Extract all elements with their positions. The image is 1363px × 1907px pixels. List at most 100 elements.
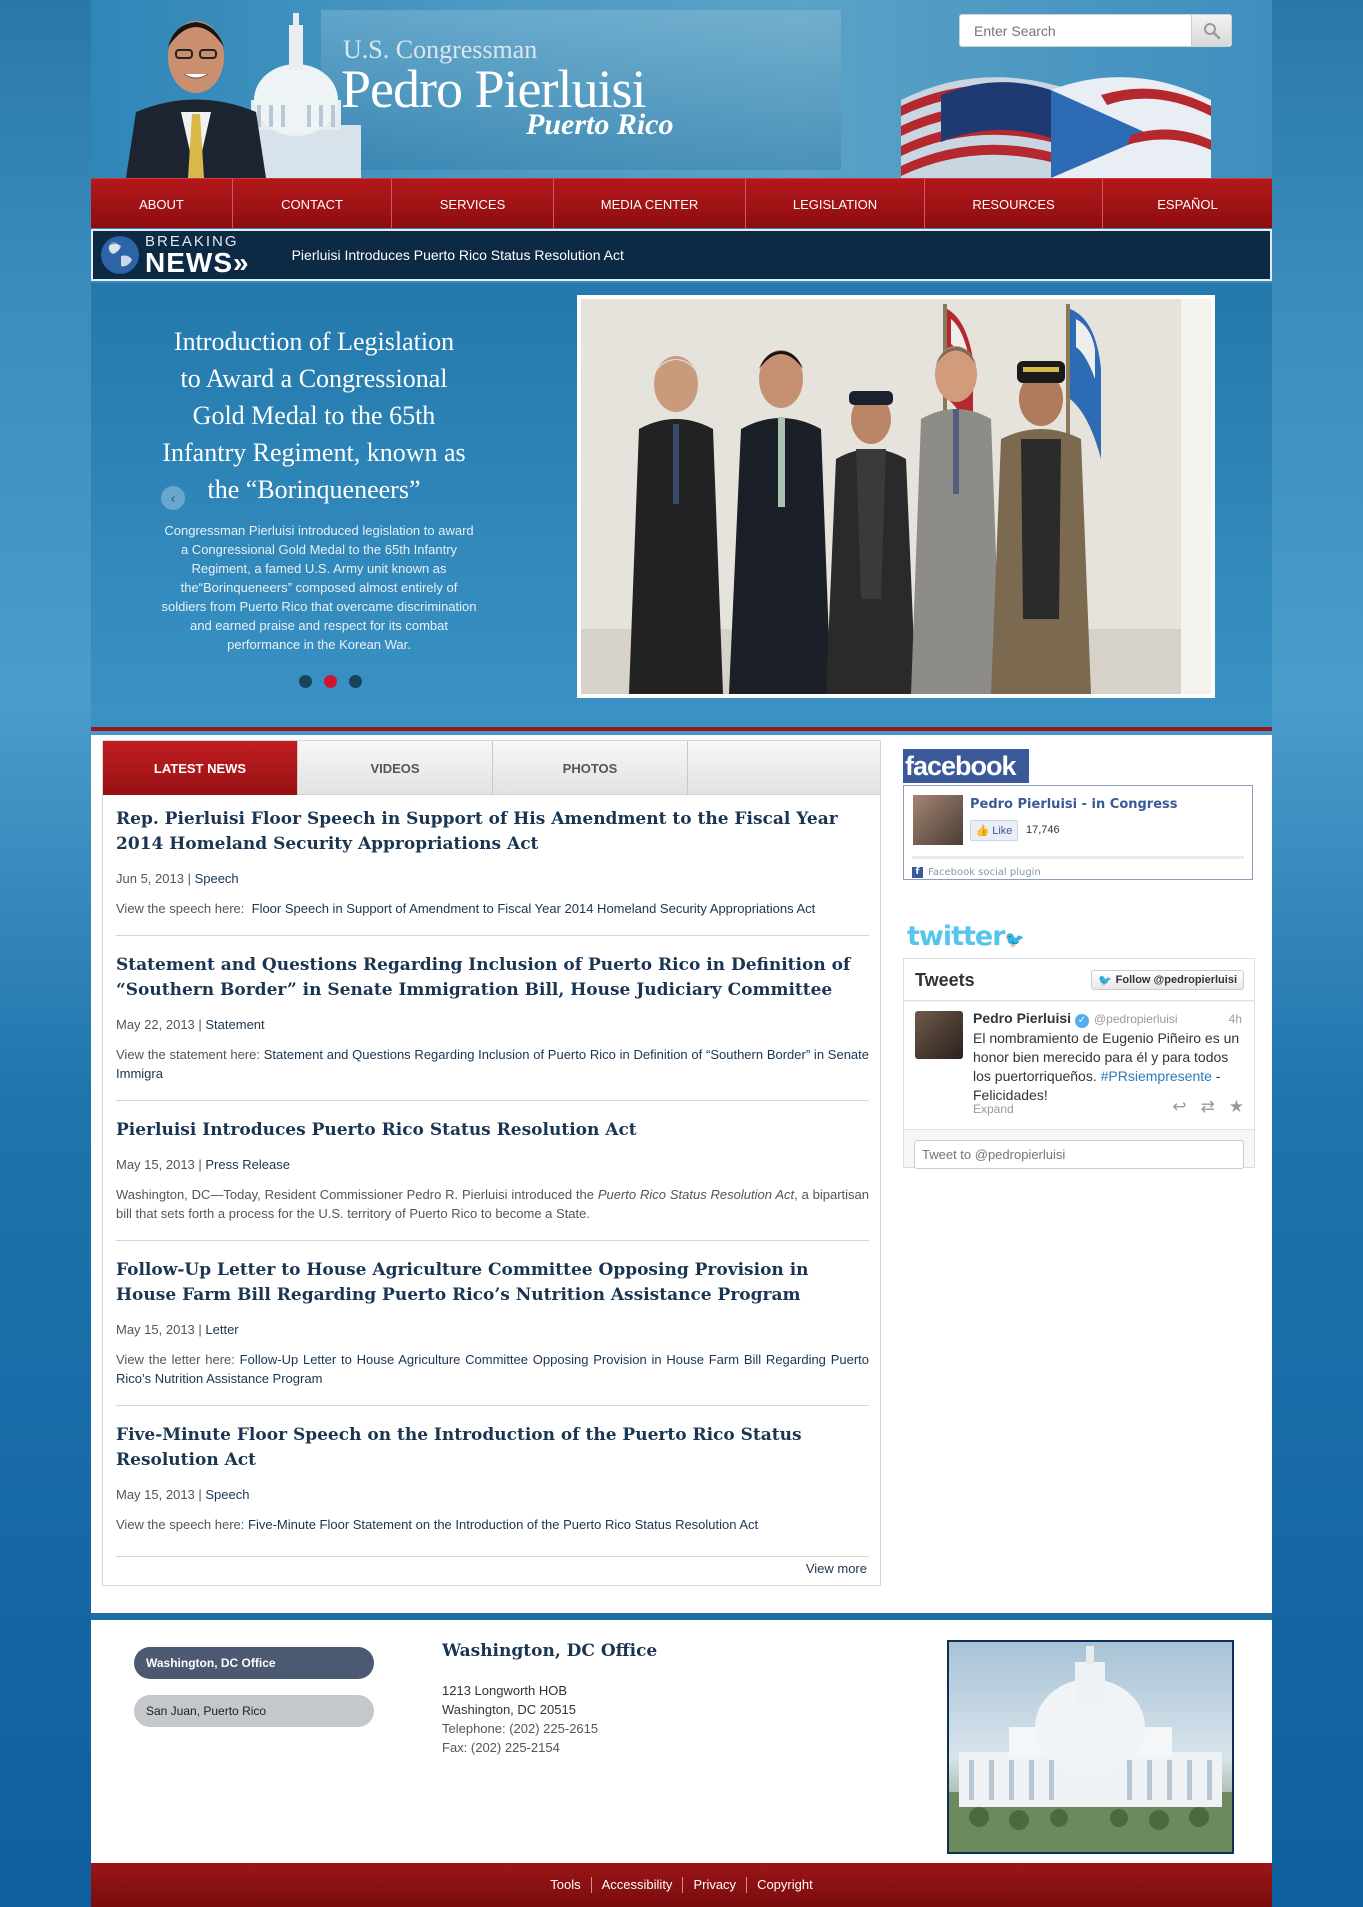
facebook-logo[interactable]: facebook (903, 749, 1029, 783)
office-address-line1: 1213 Longworth HOB (442, 1683, 568, 1698)
nav-item-about[interactable]: ABOUT (91, 179, 233, 229)
reply-icon[interactable]: ↩ (1172, 1097, 1186, 1117)
facebook-f-icon: f (912, 867, 923, 878)
footer-link-privacy[interactable]: Privacy (683, 1877, 748, 1893)
breaking-headline[interactable]: Pierluisi Introduces Puerto Rico Status … (292, 247, 624, 263)
article-link[interactable]: Floor Speech in Support of Amendment to … (252, 901, 816, 916)
article-category[interactable]: Speech (205, 1487, 249, 1502)
footer-link-accessibility[interactable]: Accessibility (592, 1877, 684, 1893)
divider (116, 1556, 869, 1557)
nav-item-services[interactable]: SERVICES (392, 179, 554, 229)
article-description: View the letter here: Follow-Up Letter t… (116, 1350, 869, 1388)
breaking-news-bar: BREAKING NEWS» Pierluisi Introduces Puer… (91, 229, 1272, 281)
twitter-follow-button[interactable]: 🐦 Follow @pedropierluisi (1090, 970, 1244, 990)
article-date: May 15, 2013 (116, 1157, 195, 1172)
header-region: Puerto Rico (526, 108, 674, 141)
favorite-star-icon[interactable]: ★ (1229, 1097, 1244, 1117)
like-label: Like (992, 824, 1013, 837)
office-title: Washington, DC Office (442, 1641, 658, 1661)
tweet-text: El nombramiento de Eugenio Piñeiro es un… (973, 1029, 1243, 1105)
office-fax: Fax: (202) 225-2154 (442, 1740, 560, 1755)
nav-item-espanol[interactable]: ESPAÑOL (1103, 179, 1272, 229)
facebook-plugin-label[interactable]: Facebook social plugin (928, 867, 1041, 878)
slider-dot[interactable] (299, 675, 312, 688)
search-input[interactable] (960, 15, 1192, 46)
search-box (959, 14, 1232, 47)
tab-videos[interactable]: VIDEOS (298, 741, 493, 795)
globe-icon (101, 236, 139, 274)
tweet-actions: ↩ ⇄ ★ (1172, 1097, 1244, 1117)
nav-item-contact[interactable]: CONTACT (233, 179, 392, 229)
footer-link-copyright[interactable]: Copyright (747, 1877, 823, 1893)
tweet-expand-link[interactable]: Expand (973, 1102, 1014, 1116)
follow-label: Follow @pedropierluisi (1115, 974, 1237, 986)
search-button[interactable] (1191, 15, 1231, 46)
congressman-portrait (126, 21, 266, 178)
tweet-author-name[interactable]: Pedro Pierluisi ✓ (973, 1010, 1089, 1028)
facebook-page-name[interactable]: Pedro Pierluisi - in Congress (970, 797, 1178, 812)
site-footer: Tools Accessibility Privacy Copyright (91, 1863, 1272, 1907)
tweets-title: Tweets (915, 970, 975, 990)
facebook-page-avatar[interactable] (913, 795, 963, 845)
tweet-time[interactable]: 4h (1229, 1012, 1242, 1026)
article-title[interactable]: Pierluisi Introduces Puerto Rico Status … (116, 1118, 869, 1143)
verified-icon: ✓ (1074, 1014, 1089, 1028)
article-category[interactable]: Letter (205, 1322, 238, 1337)
breaking-news-label: BREAKING NEWS» (145, 234, 250, 277)
article-category[interactable]: Press Release (205, 1157, 290, 1172)
tweet-hashtag[interactable]: #PRsiempresente (1101, 1068, 1212, 1084)
article-description: View the speech here: Five-Minute Floor … (116, 1515, 869, 1534)
tweet: Pedro Pierluisi ✓ @pedropierluisi 4h El … (904, 1002, 1254, 1130)
article-prefix: View the letter here: (116, 1352, 240, 1367)
office-tab-san-juan[interactable]: San Juan, Puerto Rico (134, 1695, 374, 1727)
slider-dot-active[interactable] (324, 675, 337, 688)
slider-dot[interactable] (349, 675, 362, 688)
tab-latest-news[interactable]: LATEST NEWS (103, 741, 298, 795)
facebook-plugin-footer: f Facebook social plugin (912, 856, 1244, 878)
office-address: 1213 Longworth HOB Washington, DC 20515 … (442, 1681, 598, 1757)
nav-item-resources[interactable]: RESOURCES (925, 179, 1103, 229)
article-title[interactable]: Five-Minute Floor Speech on the Introduc… (116, 1423, 869, 1473)
nav-item-legislation[interactable]: LEGISLATION (746, 179, 925, 229)
tweet-author-text: Pedro Pierluisi (973, 1010, 1072, 1026)
tab-photos[interactable]: PHOTOS (493, 741, 688, 795)
news-article: Pierluisi Introduces Puerto Rico Status … (116, 1118, 869, 1241)
footer-link-tools[interactable]: Tools (540, 1877, 592, 1893)
article-title[interactable]: Statement and Questions Regarding Inclus… (116, 953, 869, 1003)
article-link[interactable]: Five-Minute Floor Statement on the Intro… (248, 1517, 758, 1532)
article-category[interactable]: Statement (205, 1017, 264, 1032)
office-address-line2: Washington, DC 20515 (442, 1702, 576, 1717)
chevron-left-icon: ‹ (170, 490, 176, 506)
article-description: View the statement here: Statement and Q… (116, 1045, 869, 1083)
retweet-icon[interactable]: ⇄ (1201, 1097, 1215, 1117)
twitter-logo[interactable]: twitter🐦 (907, 921, 1025, 952)
slide-title[interactable]: Introduction of Legislation to Award a C… (161, 323, 467, 508)
news-tabs-panel: LATEST NEWS VIDEOS PHOTOS Rep. Pierluisi… (102, 740, 881, 1586)
slide-body: Congressman Pierluisi introduced legisla… (161, 523, 477, 652)
news-list: Rep. Pierluisi Floor Speech in Support o… (116, 807, 869, 1568)
news-article: Follow-Up Letter to House Agriculture Co… (116, 1258, 869, 1406)
article-date: May 15, 2013 (116, 1487, 195, 1502)
main-content: LATEST NEWS VIDEOS PHOTOS Rep. Pierluisi… (91, 735, 1272, 1613)
capitol-building-photo (947, 1640, 1234, 1854)
slider-prev-button[interactable]: ‹ (161, 486, 185, 510)
article-title[interactable]: Rep. Pierluisi Floor Speech in Support o… (116, 807, 869, 857)
nav-item-media-center[interactable]: MEDIA CENTER (554, 179, 746, 229)
office-tab-washington[interactable]: Washington, DC Office (134, 1647, 374, 1679)
facebook-like-button[interactable]: 👍 Like (970, 820, 1018, 841)
tweet-compose-input[interactable] (914, 1140, 1244, 1169)
article-description: Washington, DC—Today, Resident Commissio… (116, 1185, 869, 1223)
article-meta: May 15, 2013 | Letter (116, 1322, 239, 1337)
article-category[interactable]: Speech (195, 871, 239, 886)
slider-dots (299, 675, 362, 688)
site-header: U.S. Congressman Pedro Pierluisi Puerto … (91, 0, 1272, 178)
article-title[interactable]: Follow-Up Letter to House Agriculture Co… (116, 1258, 869, 1308)
offices-section: Washington, DC Office San Juan, Puerto R… (91, 1613, 1272, 1863)
news-article: Five-Minute Floor Speech on the Introduc… (116, 1423, 869, 1551)
tweet-handle[interactable]: @pedropierluisi (1094, 1012, 1178, 1026)
twitter-bird-icon: 🐦 (1004, 930, 1025, 949)
view-more-link[interactable]: View more (806, 1561, 867, 1576)
slide-photo[interactable] (577, 295, 1215, 698)
office-telephone: Telephone: (202) 225-2615 (442, 1721, 599, 1736)
tweet-avatar[interactable] (915, 1011, 963, 1059)
